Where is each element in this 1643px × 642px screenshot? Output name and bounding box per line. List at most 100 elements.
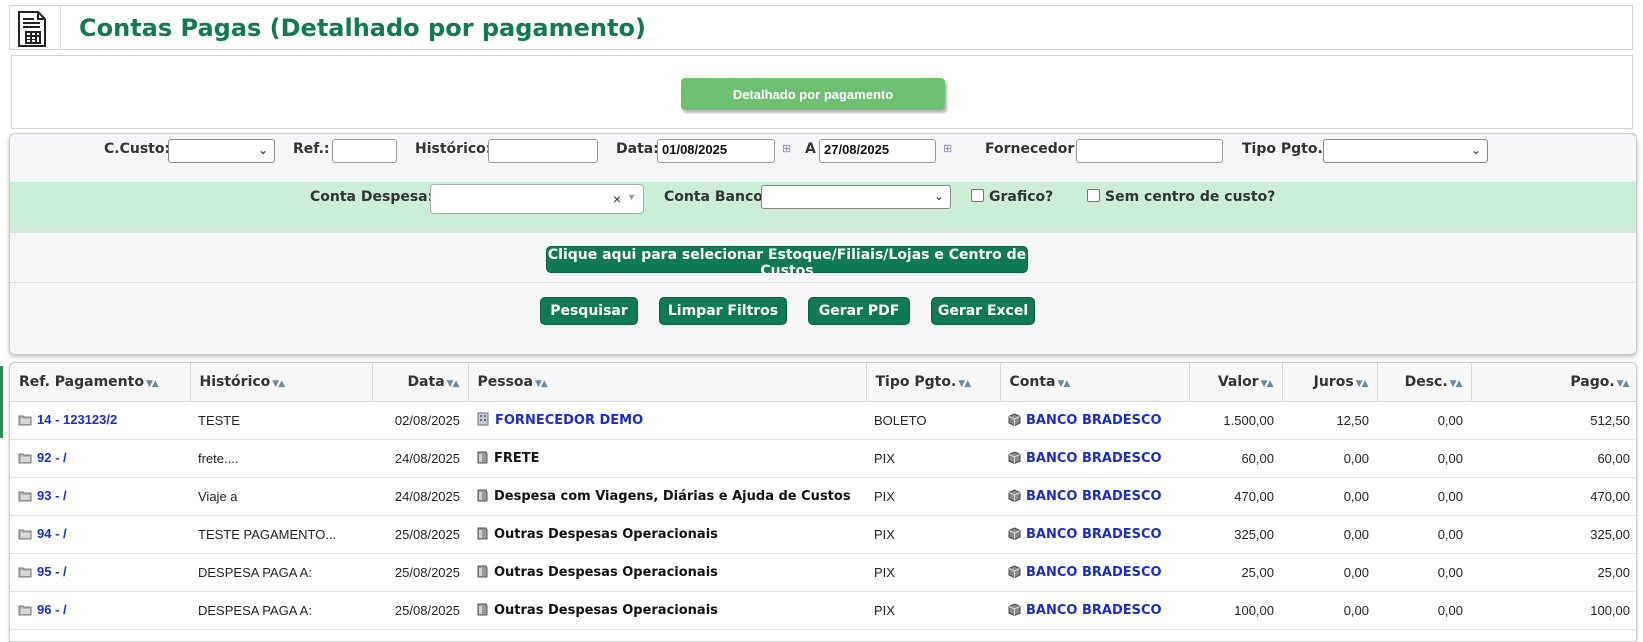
cell-valor: 100,00 bbox=[1189, 591, 1282, 630]
column-header-valor[interactable]: Valor ▼▲ bbox=[1189, 363, 1283, 402]
gerar-excel-button[interactable]: Gerar Excel bbox=[931, 297, 1035, 325]
cell-tipo-pgto: BOLETO bbox=[866, 401, 1000, 440]
column-label: Pessoa bbox=[477, 374, 534, 390]
account-icon bbox=[476, 450, 489, 467]
conta-link[interactable]: BANCO BRADESCO bbox=[1026, 413, 1162, 428]
sort-icon[interactable]: ▼▲ bbox=[272, 379, 285, 389]
select-estoque-filiais-button[interactable]: Clique aqui para selecionar Estoque/Fili… bbox=[546, 246, 1028, 279]
ccusto-select[interactable]: ⌄ bbox=[168, 139, 275, 163]
cell-pago: 325,00 bbox=[1471, 515, 1636, 554]
grafico-checkbox[interactable] bbox=[971, 189, 984, 202]
ref-pagamento-link[interactable]: 92 - / bbox=[37, 450, 67, 465]
fornecedor-label: Fornecedor: bbox=[985, 141, 1080, 157]
cell-data: 25/08/2025 bbox=[372, 553, 468, 592]
column-header-pessoa[interactable]: Pessoa ▼▲ bbox=[468, 363, 867, 402]
column-header-ref[interactable]: Ref. Pagamento ▼▲ bbox=[10, 363, 191, 402]
table-row[interactable]: 95 - / DESPESA PAGA A: 25/08/2025 Outras De… bbox=[10, 553, 1636, 592]
ref-pagamento-link[interactable]: 14 - 123123/2 bbox=[37, 412, 117, 427]
folder-icon bbox=[18, 604, 32, 619]
detalhado-por-pagamento-button[interactable]: Detalhado por pagamento bbox=[681, 78, 945, 110]
results-table: Ref. Pagamento ▼▲ Histórico ▼▲ Data ▼▲ Pess… bbox=[10, 363, 1636, 630]
cell-desc: 0,00 bbox=[1377, 591, 1471, 630]
conta-link[interactable]: BANCO BRADESCO bbox=[1026, 565, 1162, 580]
cell-pessoa: Outras Despesas Operacionais bbox=[468, 515, 866, 554]
column-header-conta[interactable]: Conta ▼▲ bbox=[1000, 363, 1190, 402]
sort-icon[interactable]: ▼▲ bbox=[535, 379, 548, 389]
conta-link[interactable]: BANCO BRADESCO bbox=[1026, 451, 1162, 466]
conta-despesa-label: Conta Despesa: bbox=[310, 189, 434, 205]
cell-historico: TESTE bbox=[190, 401, 372, 440]
cell-ref[interactable]: 95 - / bbox=[10, 553, 190, 592]
historico-input[interactable] bbox=[488, 139, 598, 163]
conta-link[interactable]: BANCO BRADESCO bbox=[1026, 489, 1162, 504]
gerar-pdf-button[interactable]: Gerar PDF bbox=[808, 297, 910, 325]
cell-ref[interactable]: 14 - 123123/2 bbox=[10, 401, 190, 440]
data-de-input[interactable]: 01/08/2025 bbox=[657, 139, 775, 163]
cell-ref[interactable]: 96 - / bbox=[10, 591, 190, 630]
account-icon bbox=[476, 602, 489, 619]
column-header-data[interactable]: Data ▼▲ bbox=[372, 363, 469, 402]
cell-historico: frete.... bbox=[190, 439, 372, 478]
cell-juros: 0,00 bbox=[1282, 439, 1377, 478]
table-row[interactable]: 92 - / frete.... 24/08/2025 FRETE PIX BANCO B… bbox=[10, 439, 1636, 478]
conta-banco-label: Conta Banco: bbox=[664, 189, 769, 205]
table-row[interactable]: 93 - / Viaje a 24/08/2025 Despesa com Viage… bbox=[10, 477, 1636, 516]
calendar-icon[interactable]: ⊞ bbox=[782, 143, 794, 155]
chevron-down-icon: ⌄ bbox=[933, 189, 944, 203]
column-header-historico[interactable]: Histórico ▼▲ bbox=[190, 363, 373, 402]
column-label: Pago. bbox=[1570, 374, 1615, 390]
column-label: Conta bbox=[1009, 374, 1056, 390]
cell-ref[interactable]: 94 - / bbox=[10, 515, 190, 554]
data-ate-input[interactable]: 27/08/2025 bbox=[819, 139, 936, 163]
calculator-document-icon bbox=[18, 11, 46, 47]
sort-icon[interactable]: ▼▲ bbox=[447, 379, 460, 389]
page-header: Contas Pagas (Detalhado por pagamento) bbox=[9, 5, 1633, 50]
column-header-juros[interactable]: Juros ▼▲ bbox=[1282, 363, 1378, 402]
data-a-label: A bbox=[805, 141, 816, 157]
pesquisar-button[interactable]: Pesquisar bbox=[540, 297, 638, 325]
cell-juros: 0,00 bbox=[1282, 515, 1377, 554]
tipo-pgto-select[interactable]: ⌄ bbox=[1323, 139, 1488, 163]
column-header-tipo-pgto[interactable]: Tipo Pgto. ▼▲ bbox=[866, 363, 1001, 402]
conta-link[interactable]: BANCO BRADESCO bbox=[1026, 603, 1162, 618]
folder-icon bbox=[18, 452, 32, 467]
cell-ref[interactable]: 93 - / bbox=[10, 477, 190, 516]
sort-icon[interactable]: ▼▲ bbox=[958, 379, 971, 389]
folder-icon bbox=[18, 414, 32, 429]
fornecedor-input[interactable] bbox=[1076, 139, 1223, 163]
ref-pagamento-link[interactable]: 96 - / bbox=[37, 602, 67, 617]
calendar-icon[interactable]: ⊞ bbox=[943, 143, 955, 155]
table-body: 14 - 123123/2 TESTE 02/08/2025 FORNECEDOR D… bbox=[10, 401, 1636, 630]
table-row[interactable]: 14 - 123123/2 TESTE 02/08/2025 FORNECEDOR D… bbox=[10, 401, 1636, 440]
ref-pagamento-link[interactable]: 94 - / bbox=[37, 526, 67, 541]
pessoa-name: FRETE bbox=[494, 451, 540, 466]
conta-banco-select[interactable]: ⌄ bbox=[761, 185, 951, 209]
sort-icon[interactable]: ▼▲ bbox=[1058, 379, 1071, 389]
pessoa-name: Outras Despesas Operacionais bbox=[494, 565, 718, 580]
grafico-label: Grafico? bbox=[989, 189, 1054, 205]
table-row[interactable]: 96 - / DESPESA PAGA A: 25/08/2025 Outras De… bbox=[10, 591, 1636, 630]
sem-centro-custo-checkbox[interactable] bbox=[1087, 189, 1100, 202]
ref-pagamento-link[interactable]: 95 - / bbox=[37, 564, 67, 579]
conta-link[interactable]: BANCO BRADESCO bbox=[1026, 527, 1162, 542]
ref-input[interactable] bbox=[332, 139, 397, 163]
column-header-desc[interactable]: Desc. ▼▲ bbox=[1377, 363, 1472, 402]
cell-ref[interactable]: 92 - / bbox=[10, 439, 190, 478]
sort-icon[interactable]: ▼▲ bbox=[1261, 379, 1274, 389]
sort-icon[interactable]: ▼▲ bbox=[1617, 379, 1630, 389]
ref-pagamento-link[interactable]: 93 - / bbox=[37, 488, 67, 503]
sort-icon[interactable]: ▼▲ bbox=[1450, 379, 1463, 389]
cell-conta: BANCO BRADESCO bbox=[1000, 591, 1189, 630]
conta-despesa-select[interactable]: × ▼ bbox=[430, 184, 644, 214]
table-row[interactable]: 94 - / TESTE PAGAMENTO... 25/08/2025 Outras… bbox=[10, 515, 1636, 554]
column-header-pago[interactable]: Pago. ▼▲ bbox=[1471, 363, 1636, 402]
sort-icon[interactable]: ▼▲ bbox=[146, 379, 159, 389]
account-icon bbox=[476, 526, 489, 543]
clear-icon[interactable]: × bbox=[613, 191, 621, 207]
results-table-container: Ref. Pagamento ▼▲ Histórico ▼▲ Data ▼▲ Pess… bbox=[9, 362, 1637, 642]
limpar-filtros-button[interactable]: Limpar Filtros bbox=[659, 297, 787, 325]
divider bbox=[10, 282, 1636, 283]
pessoa-name[interactable]: FORNECEDOR DEMO bbox=[495, 413, 643, 428]
cell-data: 25/08/2025 bbox=[372, 515, 468, 554]
sort-icon[interactable]: ▼▲ bbox=[1356, 379, 1369, 389]
